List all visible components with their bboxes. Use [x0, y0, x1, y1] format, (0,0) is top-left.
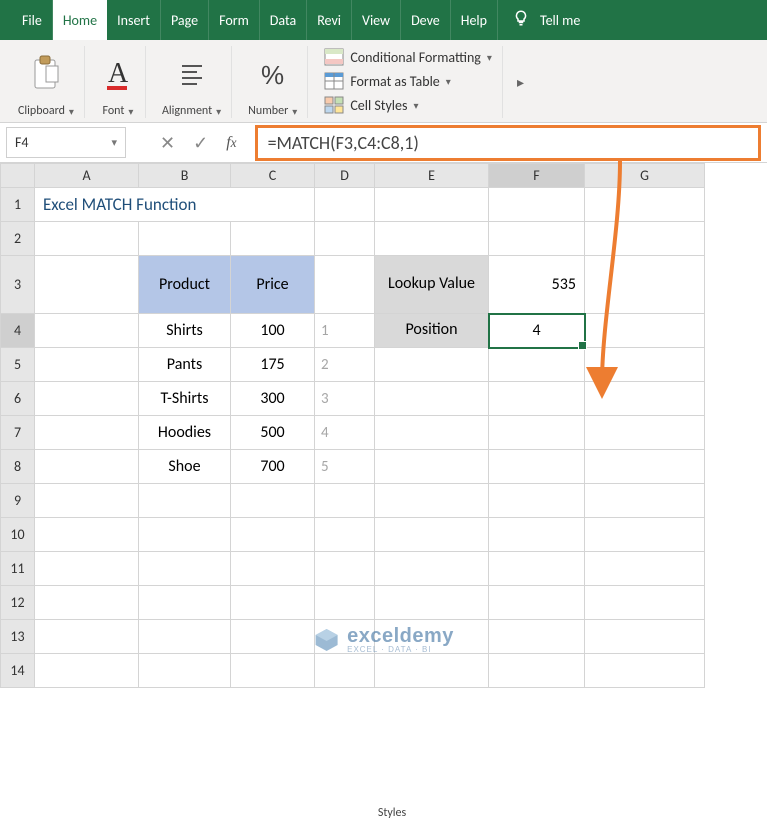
- table-row[interactable]: 175: [231, 348, 315, 382]
- table-row[interactable]: 100: [231, 314, 315, 348]
- tab-home[interactable]: Home: [53, 0, 107, 40]
- col-header-G[interactable]: G: [585, 164, 705, 188]
- row-header-9[interactable]: 9: [1, 484, 35, 518]
- index-label[interactable]: 4: [315, 416, 375, 450]
- col-header-E[interactable]: E: [375, 164, 489, 188]
- row-header-11[interactable]: 11: [1, 552, 35, 586]
- group-number-label: Number: [248, 104, 288, 118]
- table-row[interactable]: 700: [231, 450, 315, 484]
- tab-help[interactable]: Help: [451, 0, 498, 40]
- tab-data[interactable]: Data: [260, 0, 307, 40]
- col-header-C[interactable]: C: [231, 164, 315, 188]
- row-header-2[interactable]: 2: [1, 222, 35, 256]
- group-clipboard: Clipboard ▾: [8, 46, 85, 118]
- ribbon-content: Clipboard▾ A Font▾ Alignment▾ % Number▾ …: [0, 40, 767, 123]
- col-header-F[interactable]: F: [489, 164, 585, 188]
- formula-bar: F4 ▾ ✕ ✓ fx =MATCH(F3,C4:C8,1): [0, 123, 767, 163]
- col-header-A[interactable]: A: [35, 164, 139, 188]
- ribbon-more-icon[interactable]: ▸: [509, 46, 532, 118]
- index-label[interactable]: 1: [315, 314, 375, 348]
- table-row[interactable]: 300: [231, 382, 315, 416]
- group-font: A Font ▾: [91, 46, 146, 118]
- select-all-corner[interactable]: [1, 164, 35, 188]
- table-row[interactable]: T-Shirts: [139, 382, 231, 416]
- chevron-down-icon: ▾: [487, 51, 492, 64]
- row-header-5[interactable]: 5: [1, 348, 35, 382]
- group-alignment: Alignment ▾: [152, 46, 232, 118]
- row-header-14[interactable]: 14: [1, 654, 35, 688]
- row-header-6[interactable]: 6: [1, 382, 35, 416]
- row-header-13[interactable]: 13: [1, 620, 35, 654]
- lookup-position-label[interactable]: Position: [375, 314, 489, 348]
- lightbulb-icon: [512, 9, 530, 31]
- ribbon-tabs: File Home Insert Page Form Data Revi Vie…: [0, 0, 767, 40]
- chevron-down-icon[interactable]: ▾: [128, 105, 133, 118]
- table-row[interactable]: Shirts: [139, 314, 231, 348]
- cell-styles-button[interactable]: Cell Styles▾: [324, 96, 492, 114]
- percent-icon[interactable]: %: [256, 46, 290, 102]
- tab-formulas[interactable]: Form: [209, 0, 260, 40]
- lookup-value-cell[interactable]: 535: [489, 256, 585, 314]
- chevron-down-icon[interactable]: ▾: [292, 105, 297, 118]
- chevron-down-icon[interactable]: ▾: [69, 105, 74, 118]
- format-as-table-button[interactable]: Format as Table▾: [324, 72, 492, 90]
- row-header-4[interactable]: 4: [1, 314, 35, 348]
- tab-review[interactable]: Revi: [307, 0, 352, 40]
- chevron-down-icon: ▾: [413, 99, 418, 112]
- row-header-1[interactable]: 1: [1, 188, 35, 222]
- table-row[interactable]: Shoe: [139, 450, 231, 484]
- formula-input[interactable]: =MATCH(F3,C4:C8,1): [255, 125, 761, 161]
- group-styles-label: Styles: [378, 806, 406, 820]
- lookup-result-cell[interactable]: 4: [489, 314, 585, 348]
- tell-me[interactable]: Tell me: [498, 0, 594, 40]
- enter-icon[interactable]: ✓: [193, 132, 208, 154]
- tab-developer[interactable]: Deve: [401, 0, 451, 40]
- group-alignment-label: Alignment: [162, 104, 212, 118]
- table-row[interactable]: 500: [231, 416, 315, 450]
- tab-file[interactable]: File: [12, 0, 53, 40]
- group-clipboard-label: Clipboard: [18, 104, 65, 118]
- row-header-3[interactable]: 3: [1, 256, 35, 314]
- tab-insert[interactable]: Insert: [107, 0, 161, 40]
- row-header-10[interactable]: 10: [1, 518, 35, 552]
- tab-view[interactable]: View: [352, 0, 401, 40]
- group-styles: Conditional Formatting▾ Format as Table▾…: [314, 46, 503, 118]
- cancel-icon[interactable]: ✕: [160, 132, 175, 154]
- watermark: exceldemy EXCEL · DATA · BI: [313, 626, 454, 654]
- clipboard-icon[interactable]: [29, 46, 63, 102]
- row-header-7[interactable]: 7: [1, 416, 35, 450]
- col-header-B[interactable]: B: [139, 164, 231, 188]
- table-row[interactable]: Pants: [139, 348, 231, 382]
- name-box-value: F4: [15, 134, 29, 151]
- table-header-product[interactable]: Product: [139, 256, 231, 314]
- group-number: % Number ▾: [238, 46, 308, 118]
- group-font-label: Font: [102, 104, 124, 118]
- svg-text:A: A: [108, 58, 129, 89]
- chevron-down-icon[interactable]: ▾: [216, 105, 221, 118]
- name-box[interactable]: F4 ▾: [6, 127, 126, 158]
- chevron-down-icon[interactable]: ▾: [111, 136, 117, 149]
- col-header-D[interactable]: D: [315, 164, 375, 188]
- font-icon[interactable]: A: [101, 46, 135, 102]
- title-cell[interactable]: Excel MATCH Function: [35, 188, 315, 222]
- lookup-value-label[interactable]: Lookup Value: [375, 256, 489, 314]
- sheet-area: A B C D E F G 1 Excel MATCH Function 2 3…: [0, 163, 767, 688]
- row-header-8[interactable]: 8: [1, 450, 35, 484]
- fx-icon[interactable]: fx: [226, 134, 236, 152]
- tell-me-label: Tell me: [540, 12, 580, 29]
- alignment-icon[interactable]: [175, 46, 209, 102]
- conditional-formatting-button[interactable]: Conditional Formatting▾: [324, 48, 492, 66]
- chevron-down-icon: ▾: [446, 75, 451, 88]
- index-label[interactable]: 2: [315, 348, 375, 382]
- table-header-price[interactable]: Price: [231, 256, 315, 314]
- spreadsheet-grid[interactable]: A B C D E F G 1 Excel MATCH Function 2 3…: [0, 163, 705, 688]
- index-label[interactable]: 3: [315, 382, 375, 416]
- svg-text:%: %: [261, 60, 284, 90]
- table-row[interactable]: Hoodies: [139, 416, 231, 450]
- tab-page[interactable]: Page: [161, 0, 209, 40]
- index-label[interactable]: 5: [315, 450, 375, 484]
- row-header-12[interactable]: 12: [1, 586, 35, 620]
